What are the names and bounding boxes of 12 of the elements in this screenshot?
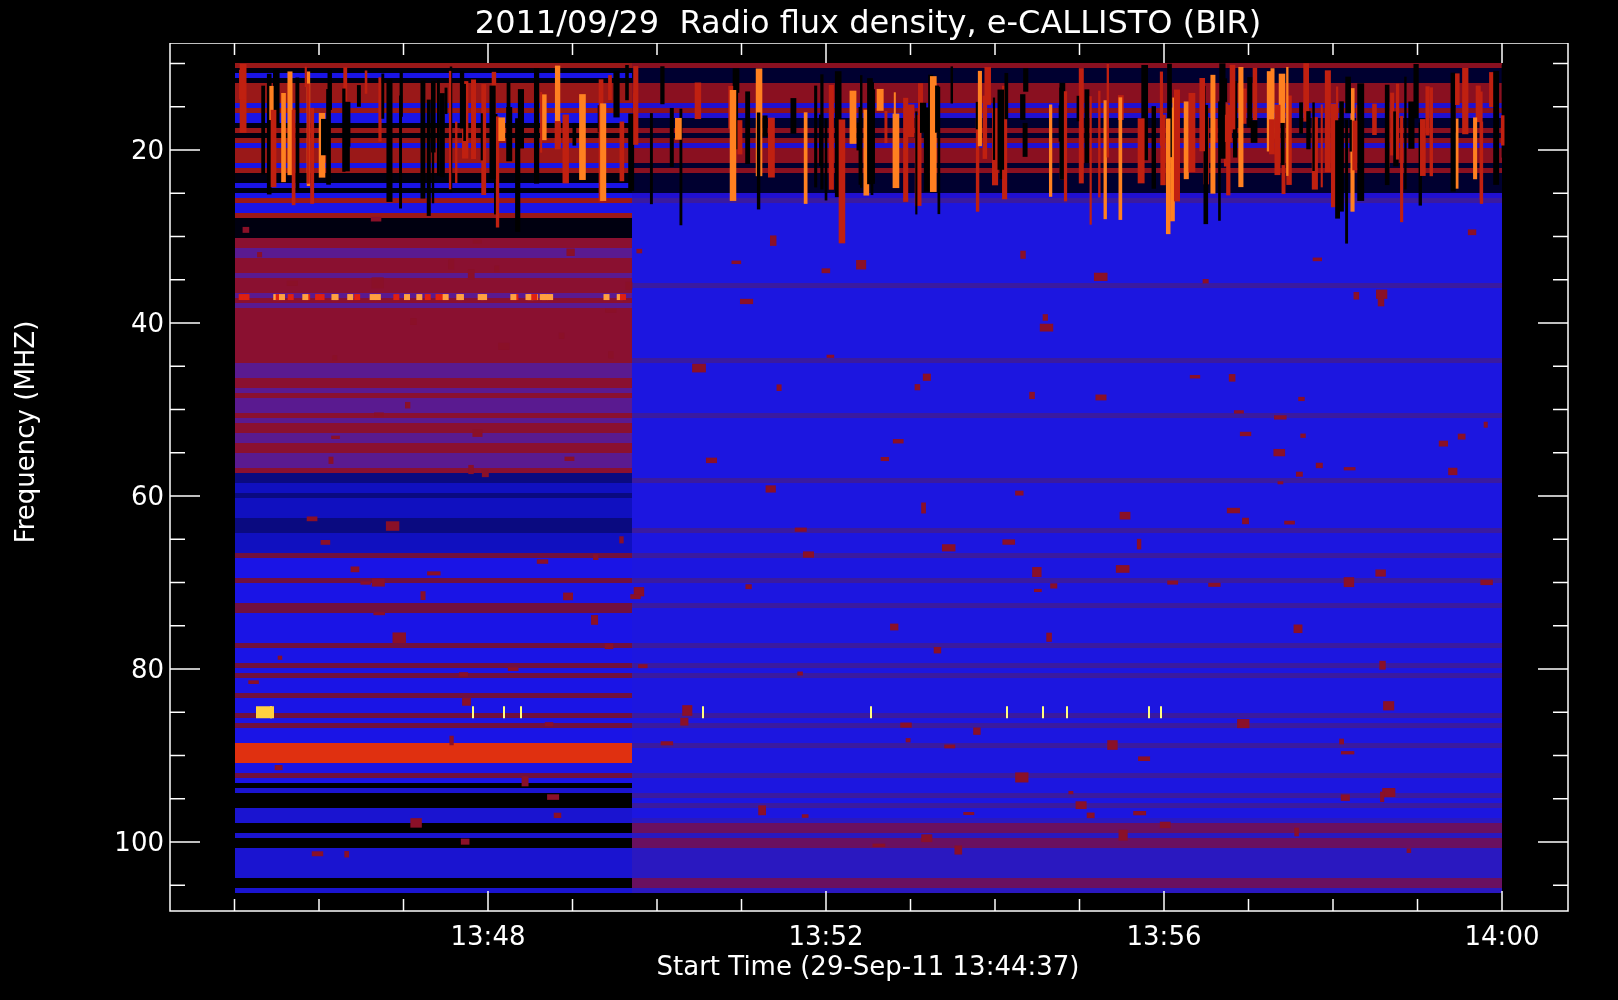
y-tick-label: 40 bbox=[130, 308, 164, 338]
x-tick-label: 13:56 bbox=[1126, 921, 1202, 951]
x-tick-label: 14:00 bbox=[1464, 921, 1540, 951]
x-tick-label: 13:52 bbox=[788, 921, 864, 951]
chart-title: 2011/09/29 Radio flux density, e-CALLISTO (BIR) bbox=[474, 2, 1262, 41]
y-tick-label: 20 bbox=[130, 135, 164, 165]
y-axis-label: Frequency (MHZ) bbox=[10, 320, 40, 544]
x-tick-label: 13:48 bbox=[450, 921, 526, 951]
y-tick-label: 80 bbox=[130, 654, 164, 684]
x-axis-label: Start Time (29-Sep-11 13:44:37) bbox=[656, 951, 1080, 981]
y-tick-label: 100 bbox=[114, 827, 164, 857]
y-tick-label: 60 bbox=[130, 481, 164, 511]
